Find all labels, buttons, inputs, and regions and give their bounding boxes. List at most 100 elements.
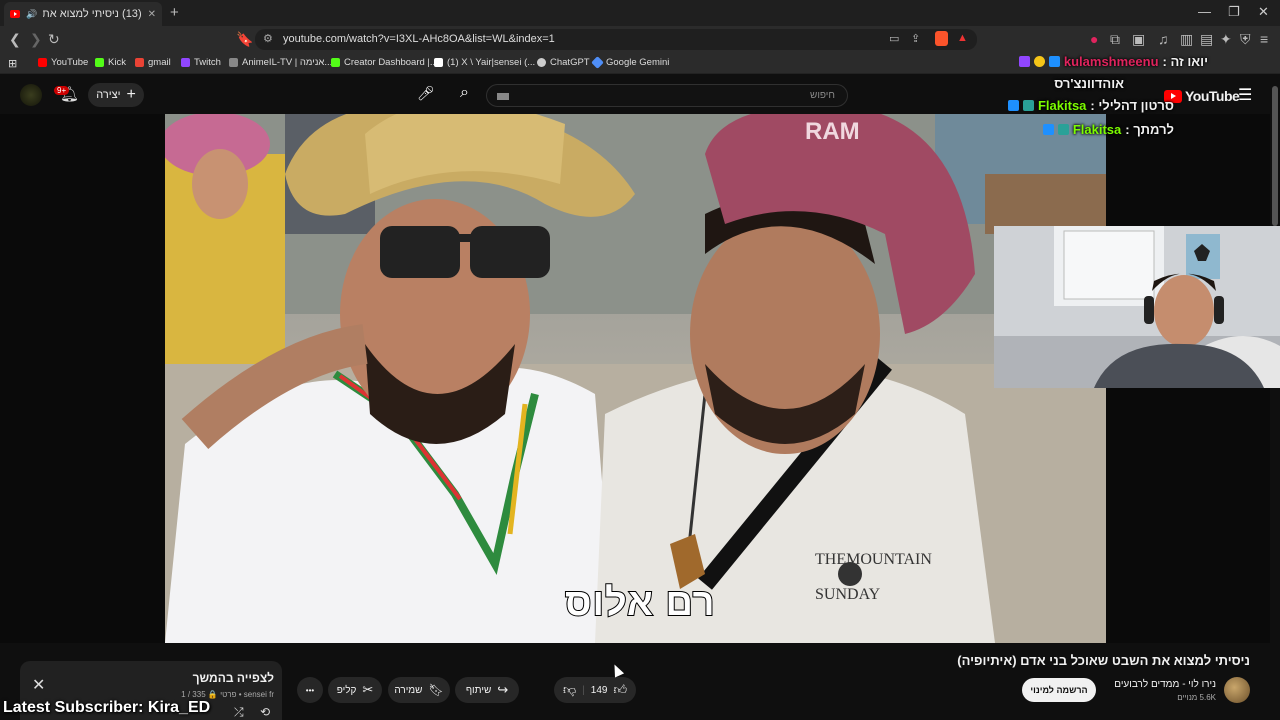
chat-username: Flakitsa bbox=[1037, 98, 1087, 113]
subscriber-badge-icon bbox=[1057, 124, 1069, 135]
stream-chat-overlay: יואו זה : kulamshmeenu אוהדוונצ'רס סרטון… bbox=[1007, 52, 1268, 142]
loop-icon[interactable]: ⟲ bbox=[260, 705, 270, 719]
sub-tier-badge-icon bbox=[1042, 124, 1054, 135]
bookmark-animeil[interactable]: AnimeIL-TV | אנימה... bbox=[229, 57, 332, 68]
browser-toolbar: ❮ ❯ ↻ 🔖 ⚙ youtube.com/watch?v=I3XL-AHc8O… bbox=[0, 26, 1280, 52]
restore-button[interactable]: ❐ bbox=[1228, 4, 1240, 20]
close-window-button[interactable]: ✕ bbox=[1258, 4, 1269, 20]
sub-tier-badge-icon bbox=[1033, 56, 1045, 67]
channel-name[interactable]: נירו לוי - ממדים לרבועים bbox=[1114, 679, 1216, 690]
clip-button[interactable]: ✂ קליפ bbox=[328, 677, 382, 703]
subscriber-count: 5.6K מנויים bbox=[1177, 693, 1216, 702]
bookmark-kick[interactable]: Kick bbox=[95, 57, 126, 68]
x-icon bbox=[434, 58, 443, 67]
kick-icon bbox=[331, 58, 340, 67]
minimize-button[interactable]: — bbox=[1198, 4, 1211, 19]
cast-icon[interactable]: ▭ bbox=[889, 32, 899, 45]
site-settings-icon[interactable]: ⚙ bbox=[263, 32, 273, 45]
youtube-icon bbox=[38, 58, 47, 67]
animeil-icon bbox=[229, 58, 238, 67]
mouse-cursor bbox=[609, 662, 625, 678]
chat-username: kulamshmeenu bbox=[1063, 54, 1159, 69]
webcam-overlay bbox=[994, 226, 1280, 388]
share-page-icon[interactable]: ⇪ bbox=[911, 32, 920, 45]
webcam-image bbox=[994, 226, 1280, 388]
forward-icon[interactable]: ❯ bbox=[30, 31, 42, 48]
svg-text:THEMOUNTAIN: THEMOUNTAIN bbox=[815, 551, 932, 568]
gift-badge-icon bbox=[1018, 56, 1030, 67]
share-label: שיתוף bbox=[465, 684, 492, 696]
new-tab-button[interactable]: + bbox=[170, 4, 179, 21]
url-text: youtube.com/watch?v=I3XL-AHc8OA&list=WL&… bbox=[283, 33, 555, 45]
leo-ai-icon[interactable]: ✦ bbox=[1220, 31, 1232, 48]
search-icon[interactable]: ⌕ bbox=[460, 84, 469, 102]
gemini-icon bbox=[591, 56, 604, 69]
create-button[interactable]: יצירה + bbox=[88, 83, 144, 107]
save-icon: 🔖︎ bbox=[428, 683, 444, 697]
brave-rewards-icon[interactable]: ▲ bbox=[957, 32, 968, 44]
tab-title: (13) ניסיתי למצוא את השבט ש bbox=[43, 8, 142, 20]
chatgpt-icon bbox=[537, 58, 546, 67]
bookmark-gemini[interactable]: Google Gemini bbox=[591, 56, 669, 69]
bookmark-twitch[interactable]: Twitch bbox=[181, 57, 221, 68]
menu-icon[interactable]: ≡ bbox=[1260, 31, 1268, 47]
search-input[interactable]: חיפוש bbox=[486, 84, 848, 107]
video-caption: רם אלוס bbox=[564, 581, 716, 625]
vpn-icon[interactable]: ⛨ bbox=[1240, 31, 1251, 48]
scissors-icon: ✂ bbox=[362, 682, 374, 697]
sidebar-icon[interactable]: ▥ bbox=[1180, 31, 1193, 48]
notifications-count: 9+ bbox=[54, 86, 70, 95]
playlist-meta: sensei fr • פרטי 🔒 335 / 1 bbox=[181, 690, 274, 699]
chat-message: אוהדוונצ'רס bbox=[1054, 76, 1124, 91]
video-frame[interactable]: THEMOUNTAIN SUNDAY RAM bbox=[165, 114, 1106, 643]
subscriber-badge-icon bbox=[1022, 100, 1034, 111]
bookmark-gmail[interactable]: gmail bbox=[135, 57, 171, 68]
audio-icon[interactable]: 🔊 bbox=[26, 9, 37, 20]
search-placeholder: חיפוש bbox=[810, 90, 835, 101]
video-scene-image: THEMOUNTAIN SUNDAY RAM bbox=[165, 114, 1106, 643]
browser-tab[interactable]: 🔊 (13) ניסיתי למצוא את השבט ש ✕ bbox=[4, 2, 162, 26]
wallet-icon[interactable]: ▤ bbox=[1200, 31, 1213, 48]
extension-red-icon[interactable]: ● bbox=[1090, 31, 1098, 47]
bookmark-creator-dashboard[interactable]: Creator Dashboard |... bbox=[331, 57, 438, 68]
like-count[interactable]: 149 bbox=[591, 685, 608, 696]
page-scrollbar[interactable] bbox=[1272, 86, 1278, 226]
gmail-icon bbox=[135, 58, 144, 67]
share-button[interactable]: ↪ שיתוף bbox=[455, 677, 519, 703]
subscribe-button[interactable]: הרשמה למינוי bbox=[1022, 678, 1096, 702]
extension-icon[interactable]: ⧉ bbox=[1110, 31, 1120, 48]
apps-grid-icon[interactable]: ⊞ bbox=[8, 57, 17, 70]
youtube-favicon-icon bbox=[10, 10, 20, 18]
extension-icon[interactable]: ▣ bbox=[1132, 31, 1145, 48]
more-actions-button[interactable]: ••• bbox=[297, 677, 323, 703]
shuffle-icon[interactable]: ⤮ bbox=[234, 705, 244, 720]
account-avatar[interactable] bbox=[20, 84, 42, 106]
latest-subscriber-overlay: Latest Subscriber: Kira_ED bbox=[3, 699, 211, 716]
tab-close-icon[interactable]: ✕ bbox=[148, 9, 156, 20]
clip-label: קליפ bbox=[336, 684, 357, 696]
bookmark-icon[interactable]: 🔖 bbox=[236, 31, 253, 48]
back-icon[interactable]: ❮ bbox=[9, 31, 21, 48]
like-dislike-group: 👍︎ 149 | 👎︎ bbox=[554, 677, 636, 703]
channel-avatar[interactable] bbox=[1224, 677, 1250, 703]
bookmark-chatgpt[interactable]: ChatGPT bbox=[537, 57, 590, 68]
twitch-icon bbox=[181, 58, 190, 67]
address-bar[interactable]: ⚙ youtube.com/watch?v=I3XL-AHc8OA&list=W… bbox=[255, 29, 977, 50]
bookmark-youtube[interactable]: YouTube bbox=[38, 57, 88, 68]
sub-tier-badge-icon bbox=[1007, 100, 1019, 111]
voice-search-icon[interactable]: 🎤︎ bbox=[417, 85, 435, 102]
bookmark-x[interactable]: (1) X \ Yair|sensei (... bbox=[434, 57, 535, 68]
brave-shield-icon[interactable] bbox=[935, 31, 948, 46]
browser-tab-bar: 🔊 (13) ניסיתי למצוא את השבט ש ✕ + — ❐ ✕ bbox=[0, 0, 1280, 26]
playlist-title[interactable]: לצפייה בהמשך bbox=[193, 671, 274, 685]
save-button[interactable]: 🔖︎ שמירה bbox=[388, 677, 450, 703]
close-playlist-icon[interactable]: ✕ bbox=[32, 675, 45, 695]
thumbs-down-icon[interactable]: 👎︎ bbox=[563, 682, 576, 698]
chat-username: Flakitsa bbox=[1072, 122, 1122, 137]
video-title: ניסיתי למצוא את השבט שאוכל בני אדם (איתי… bbox=[957, 653, 1250, 668]
music-icon[interactable]: ♫ bbox=[1158, 31, 1169, 47]
thumbs-up-icon[interactable]: 👍︎ bbox=[613, 682, 627, 698]
reload-icon[interactable]: ↻ bbox=[48, 31, 60, 48]
more-icon: ••• bbox=[305, 685, 315, 695]
keyboard-icon[interactable] bbox=[497, 93, 509, 100]
